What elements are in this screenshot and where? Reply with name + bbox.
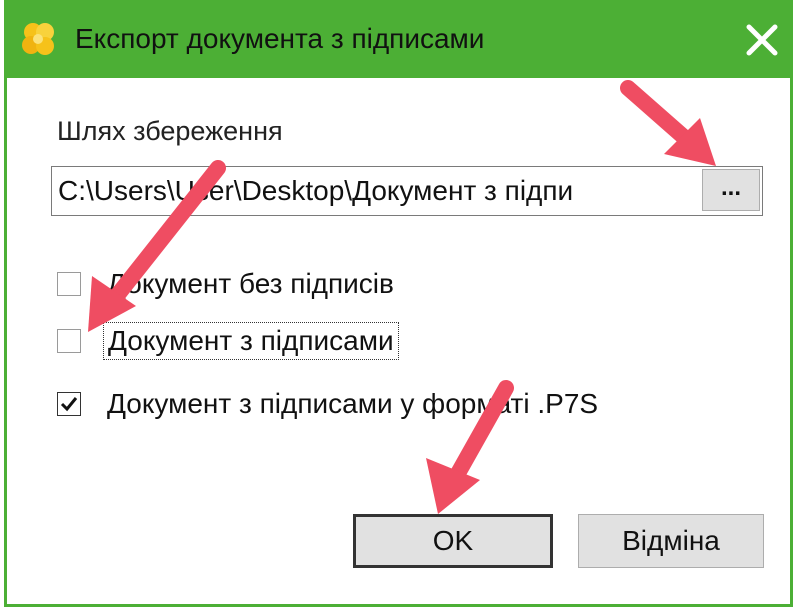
cancel-button[interactable]: Відміна <box>578 514 764 568</box>
browse-button[interactable]: ... <box>702 169 760 211</box>
checkbox-without-signatures[interactable] <box>57 272 81 296</box>
flower-logo-icon <box>22 23 54 55</box>
save-path-label: Шлях збереження <box>57 116 283 146</box>
option-with-signatures[interactable]: Документ з підписами <box>57 321 399 361</box>
option-without-signatures-label: Документ без підписів <box>107 268 394 299</box>
checkmark-icon <box>60 397 78 412</box>
window-title: Експорт документа з підписами <box>75 23 485 54</box>
close-icon[interactable] <box>740 18 784 62</box>
ok-button[interactable]: OK <box>353 514 553 568</box>
save-path-field: ... <box>51 166 763 216</box>
option-without-signatures[interactable]: Документ без підписів <box>57 264 398 304</box>
option-p7s-format[interactable]: Документ з підписами у форматі .P7S <box>57 384 602 424</box>
option-with-signatures-label: Документ з підписами <box>103 322 399 360</box>
save-path-input[interactable] <box>52 167 702 215</box>
option-p7s-format-label: Документ з підписами у форматі .P7S <box>107 388 599 419</box>
checkbox-p7s-format[interactable] <box>57 392 81 416</box>
title-bar[interactable]: Експорт документа з підписами <box>7 0 790 78</box>
export-dialog: Експорт документа з підписами Шлях збере… <box>4 0 793 607</box>
checkbox-with-signatures[interactable] <box>57 329 81 353</box>
